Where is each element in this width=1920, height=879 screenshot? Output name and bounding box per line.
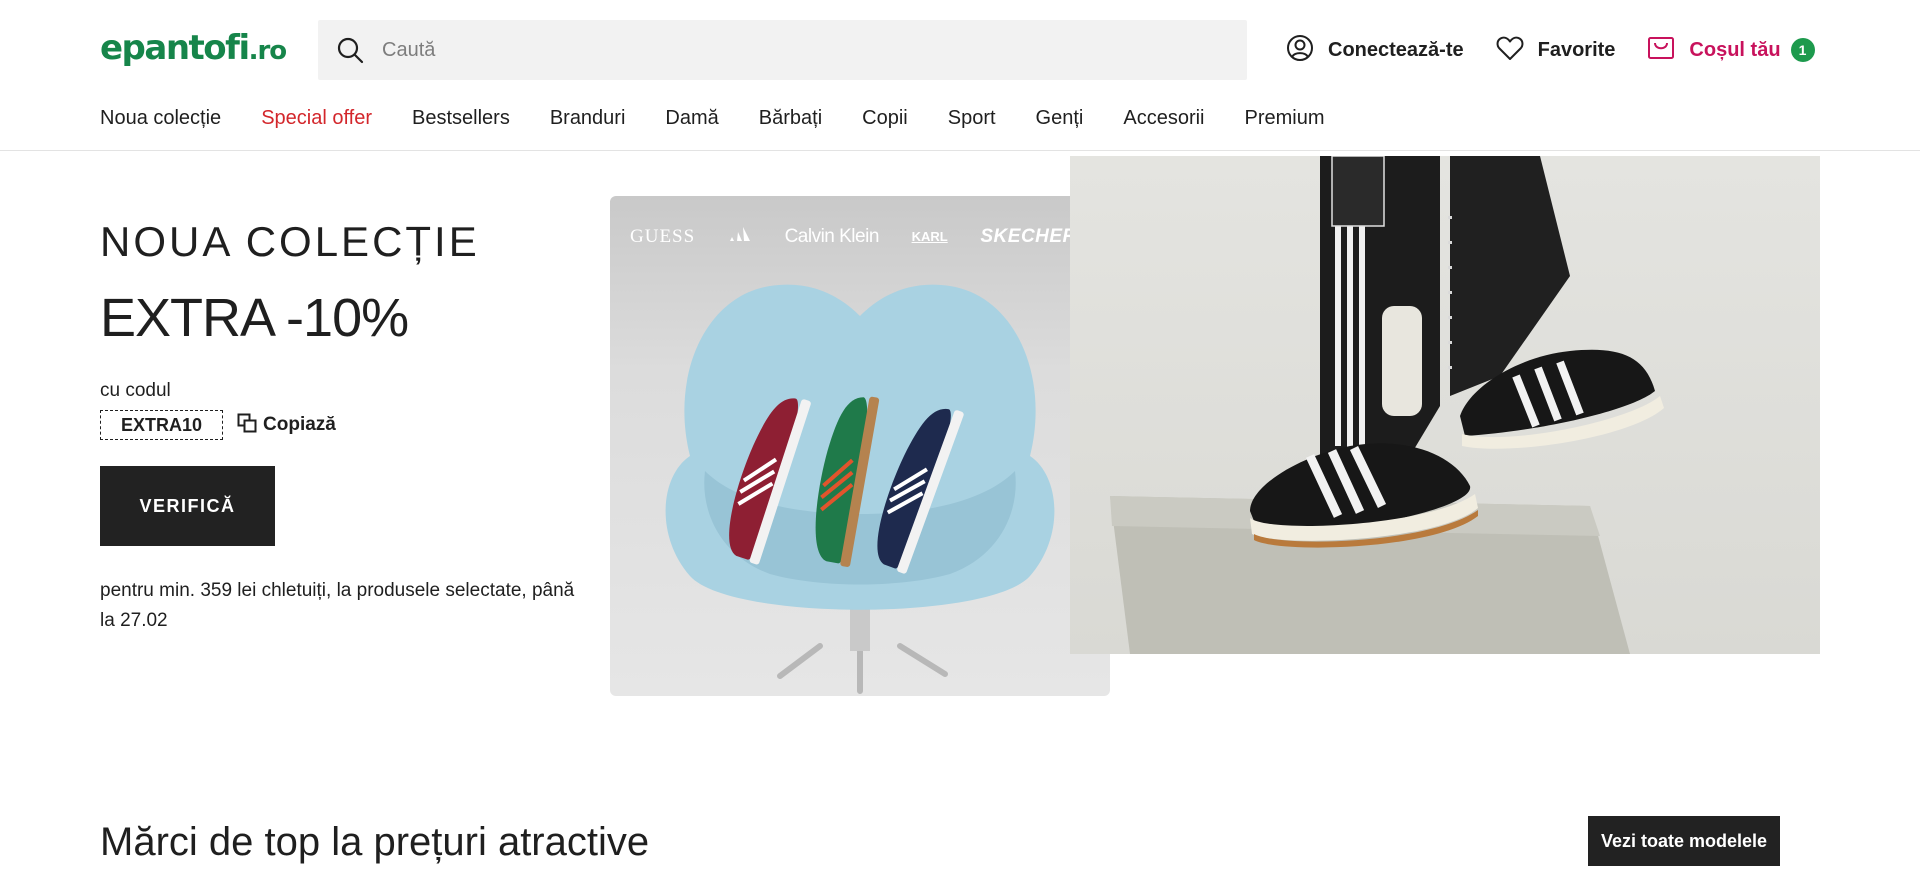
promo-code: EXTRA10	[100, 410, 224, 440]
verify-button[interactable]: VERIFICĂ	[100, 466, 275, 546]
copy-icon	[237, 413, 257, 438]
cart-count-badge: 1	[1790, 38, 1815, 62]
cart-icon	[1647, 35, 1675, 66]
copy-label: Copiază	[263, 414, 336, 435]
header-actions: Conectează-te Favorite Coșul tău 1	[1286, 34, 1815, 66]
see-all-models-button[interactable]: Vezi toate modelele	[1588, 816, 1780, 866]
heart-icon	[1496, 35, 1524, 66]
copy-code-button[interactable]: Copiază	[237, 413, 336, 438]
login-link[interactable]: Conectează-te	[1286, 34, 1464, 67]
search-bar[interactable]	[318, 20, 1247, 80]
login-label: Conectează-te	[1328, 38, 1464, 61]
hero-eyebrow: NOUA COLECȚIE	[100, 218, 480, 265]
favorites-link[interactable]: Favorite	[1496, 35, 1616, 66]
hero-lifestyle-photo[interactable]	[1070, 156, 1820, 654]
nav-item-accessories[interactable]: Accesorii	[1123, 107, 1204, 130]
search-input[interactable]	[382, 38, 1242, 62]
nav-item-new-collection[interactable]: Noua colecție	[100, 107, 221, 130]
code-label: cu codul	[100, 380, 171, 401]
site-header: epantofi .ro Conectează-te	[0, 0, 1920, 151]
nav-item-bags[interactable]: Genți	[1036, 107, 1084, 130]
nav-item-bestsellers[interactable]: Bestsellers	[412, 107, 510, 130]
nav-item-women[interactable]: Damă	[665, 107, 718, 130]
section-title-top-brands: Mărci de top la prețuri atractive	[100, 820, 650, 864]
favorites-label: Favorite	[1537, 38, 1616, 61]
nav-item-premium[interactable]: Premium	[1245, 107, 1325, 130]
main-nav: Noua colecție Special offer Bestsellers …	[100, 104, 1365, 132]
model-sneakers-image	[1110, 156, 1664, 654]
promo-banner-card[interactable]: GUESS Calvin Klein KARL SKECHERS	[610, 196, 1110, 696]
promo-fine-print: pentru min. 359 lei chletuiți, la produs…	[100, 580, 575, 631]
search-icon[interactable]	[336, 36, 364, 64]
cart-link[interactable]: Coșul tău 1	[1647, 35, 1815, 66]
promo-code-row: EXTRA10 Copiază	[100, 410, 580, 440]
nav-item-brands[interactable]: Branduri	[550, 107, 626, 130]
cart-label: Coșul tău	[1689, 38, 1781, 61]
nav-item-special-offer[interactable]: Special offer	[261, 107, 372, 130]
logo-wordmark: epantofi	[100, 28, 250, 68]
logo-tld: .ro	[248, 36, 288, 66]
site-logo[interactable]: epantofi .ro	[100, 28, 288, 72]
hero-headline: EXTRA -10%	[100, 288, 409, 348]
user-icon	[1286, 34, 1314, 67]
hero-promo-text: NOUA COLECȚIE EXTRA -10% cu codul EXTRA1…	[100, 214, 580, 636]
chair-sneakers-image	[665, 284, 1055, 694]
nav-item-men[interactable]: Bărbați	[759, 107, 822, 130]
nav-item-sport[interactable]: Sport	[948, 107, 996, 130]
nav-item-kids[interactable]: Copii	[862, 107, 908, 130]
